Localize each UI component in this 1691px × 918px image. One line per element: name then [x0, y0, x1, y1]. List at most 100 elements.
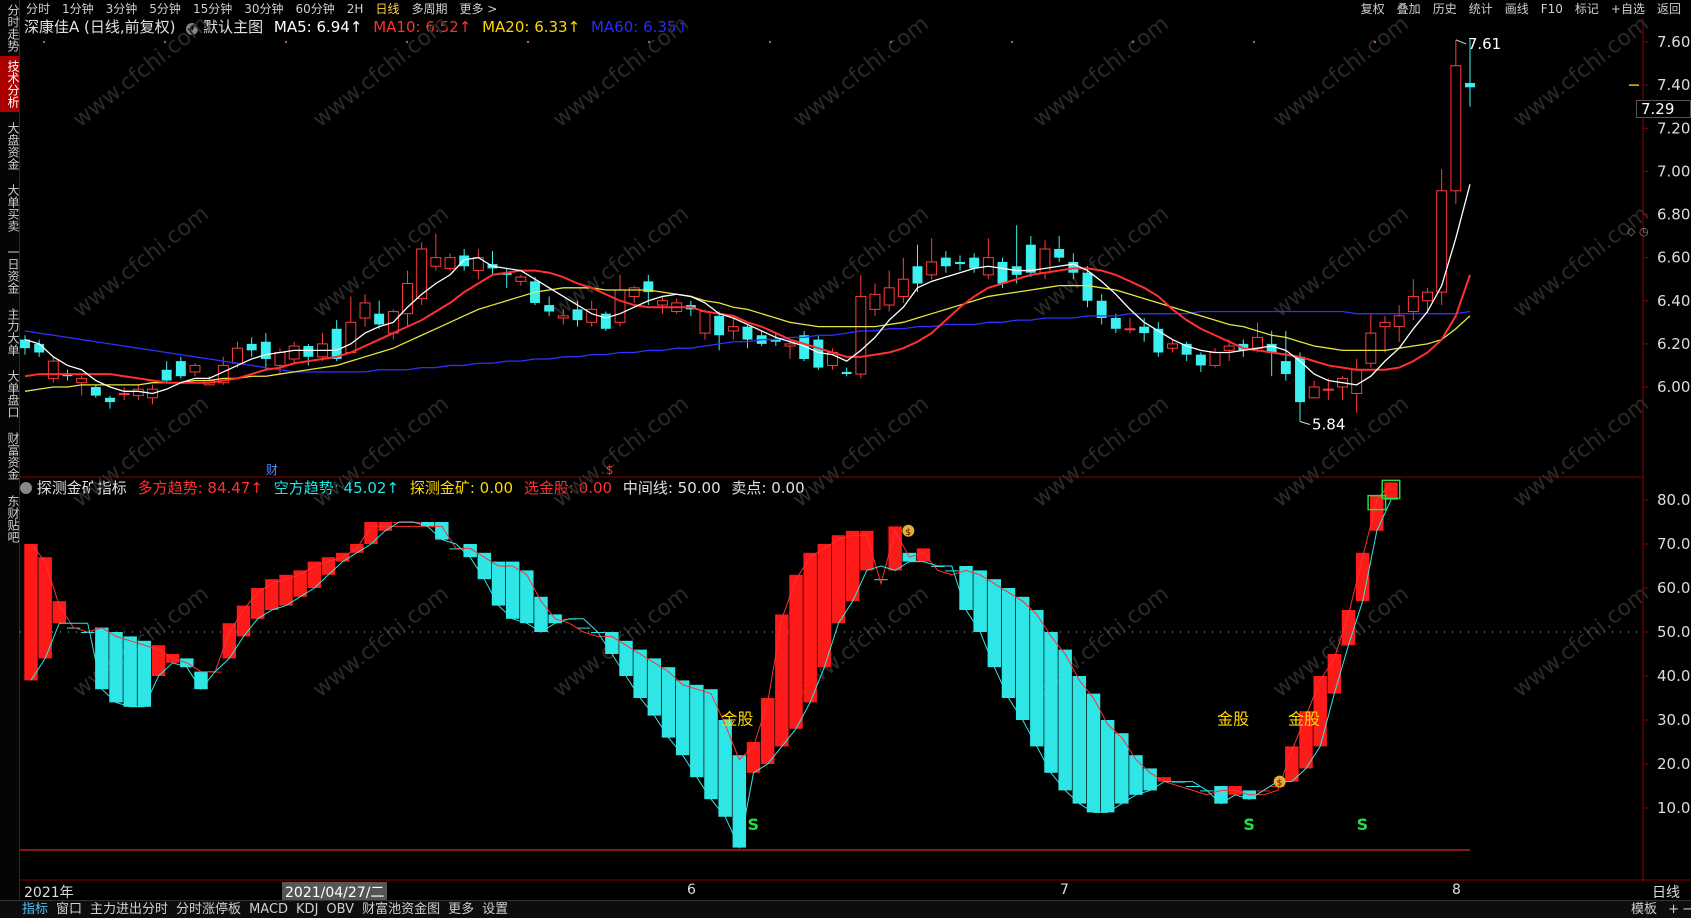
candle-body	[1280, 361, 1291, 375]
timeframe-tab[interactable]: 1分钟	[56, 0, 100, 18]
indicator-bar	[576, 627, 591, 629]
indicator-bar	[817, 544, 832, 668]
candle-body	[76, 377, 88, 384]
indicator-bar	[1086, 693, 1101, 813]
indicator-bar	[463, 544, 477, 558]
x-label-6: 6	[687, 882, 696, 898]
indicator-axis-label: 30.00	[1657, 711, 1691, 729]
indicator-bar	[1072, 676, 1087, 804]
indicator-bar	[619, 640, 633, 676]
sidebar-item[interactable]: 财富资金	[0, 428, 20, 484]
low-pointer	[1299, 421, 1311, 425]
indicator-bar	[760, 698, 775, 764]
bottom-tab[interactable]: KDJ	[292, 901, 322, 918]
template-button[interactable]: 模板	[1627, 901, 1661, 918]
price-axis-label: 7.20	[1657, 119, 1690, 137]
gold-stock-label: 金股	[1288, 709, 1320, 728]
candle-body	[1351, 369, 1363, 394]
bottom-tab[interactable]: 财富池资金图	[358, 901, 444, 918]
indicator-bar	[24, 544, 38, 681]
toolbar-button[interactable]: F10	[1535, 0, 1569, 18]
sidebar-item[interactable]: 大单盘口	[0, 366, 20, 422]
event-dot	[768, 40, 772, 44]
watermark-text: www.cfchi.com	[548, 18, 693, 133]
high-label: 7.61	[1468, 35, 1501, 53]
x-label-start: 2021年	[24, 885, 74, 901]
candle-body	[1393, 315, 1405, 328]
candle-body	[1139, 326, 1150, 334]
event-dot	[1131, 40, 1135, 44]
minus-icon[interactable]: −	[1678, 901, 1691, 918]
candle-body	[1436, 190, 1448, 293]
sidebar-item[interactable]: 技术分析	[0, 56, 20, 112]
candle-body	[105, 397, 115, 403]
candle-body	[515, 276, 527, 282]
event-mark-cai: 财	[266, 463, 278, 477]
timeframe-tab[interactable]: 2H	[341, 0, 370, 18]
sidebar-item[interactable]: 大单买卖	[0, 180, 20, 236]
candle-body	[34, 343, 45, 353]
toolbar-button[interactable]: 统计	[1463, 0, 1499, 18]
timeframe-tab[interactable]: 60分钟	[290, 0, 341, 18]
indicator-bar	[222, 623, 237, 659]
toolbar-button[interactable]: 叠加	[1391, 0, 1427, 18]
toolbar-button[interactable]: 复权	[1355, 0, 1391, 18]
sidebar-item[interactable]: 主力大单	[0, 304, 20, 360]
watermark-text: www.cfchi.com	[1508, 18, 1653, 133]
timeframe-tab[interactable]: 分时	[20, 0, 56, 18]
timeframe-tab[interactable]: 日线	[369, 0, 405, 18]
toolbar-button[interactable]: 返回	[1651, 0, 1687, 18]
period-label[interactable]: 日线	[1652, 882, 1680, 902]
candle-body	[628, 287, 640, 297]
sell-s-mark: S	[748, 815, 760, 834]
sidebar-item[interactable]: 大盘资金	[0, 118, 20, 174]
indicator-bar	[647, 658, 662, 716]
timeframe-tab[interactable]: 更多 >	[453, 0, 503, 18]
timeframe-tab[interactable]: 15分钟	[187, 0, 238, 18]
candle-body	[544, 305, 555, 312]
sidebar-item[interactable]: 一日资金	[0, 242, 20, 298]
bottom-tab[interactable]: 更多	[444, 901, 478, 918]
sidebar-item[interactable]: 东财贴吧	[0, 490, 20, 548]
indicator-bar	[789, 574, 803, 729]
candle-body	[1308, 386, 1320, 399]
chart-area[interactable]: www.cfchi.com www.cfchi.com www.cfchi.com w…	[20, 18, 1691, 882]
clock-icon: ◷	[1639, 225, 1649, 238]
indicator-bar	[704, 689, 718, 800]
timeframe-tab[interactable]: 5分钟	[143, 0, 187, 18]
bottom-tab[interactable]: 分时涨停板	[172, 901, 245, 918]
candle-body	[1252, 336, 1263, 349]
bottom-tab[interactable]: 窗口	[52, 901, 86, 918]
indicator-axis-label: 80.00	[1657, 491, 1691, 509]
bottom-tab[interactable]: OBV	[322, 901, 358, 918]
watermark-text: www.cfchi.com	[1268, 18, 1413, 133]
candle-body	[118, 392, 130, 395]
timeframe-tab[interactable]: 多周期	[405, 0, 453, 18]
candle-body	[1450, 65, 1462, 192]
bottom-tab[interactable]: 指标	[18, 901, 52, 918]
candle-body	[926, 261, 938, 276]
indicator-axis-label: 10.00	[1657, 799, 1691, 817]
timeframe-tab[interactable]: 30分钟	[238, 0, 289, 18]
sell-s-mark: S	[1243, 815, 1255, 834]
toolbar-button[interactable]: 历史	[1427, 0, 1463, 18]
watermark-text: www.cfchi.com	[308, 581, 453, 702]
toolbar-button[interactable]: 画线	[1499, 0, 1535, 18]
sidebar-item[interactable]: 分时走势	[0, 0, 20, 56]
indicator-bar	[874, 579, 888, 581]
bottom-tab[interactable]: MACD	[245, 901, 292, 918]
bottom-tab[interactable]: 设置	[478, 901, 512, 918]
bottom-tab[interactable]: 主力进出分时	[86, 901, 172, 918]
low-label: 5.84	[1312, 416, 1345, 434]
indicator-bar	[1157, 777, 1172, 782]
candle-body	[459, 255, 470, 267]
indicator-axis-label: 60.00	[1657, 579, 1691, 597]
indicator-bar	[916, 548, 931, 562]
watermark-text: www.cfchi.com	[68, 18, 213, 133]
price-axis-label: 7.40	[1657, 76, 1690, 94]
candle-body	[1407, 295, 1419, 313]
candle-body	[359, 302, 371, 319]
toolbar-button[interactable]: 标记	[1569, 0, 1605, 18]
toolbar-button[interactable]: +自选	[1605, 0, 1651, 18]
timeframe-tab[interactable]: 3分钟	[100, 0, 144, 18]
